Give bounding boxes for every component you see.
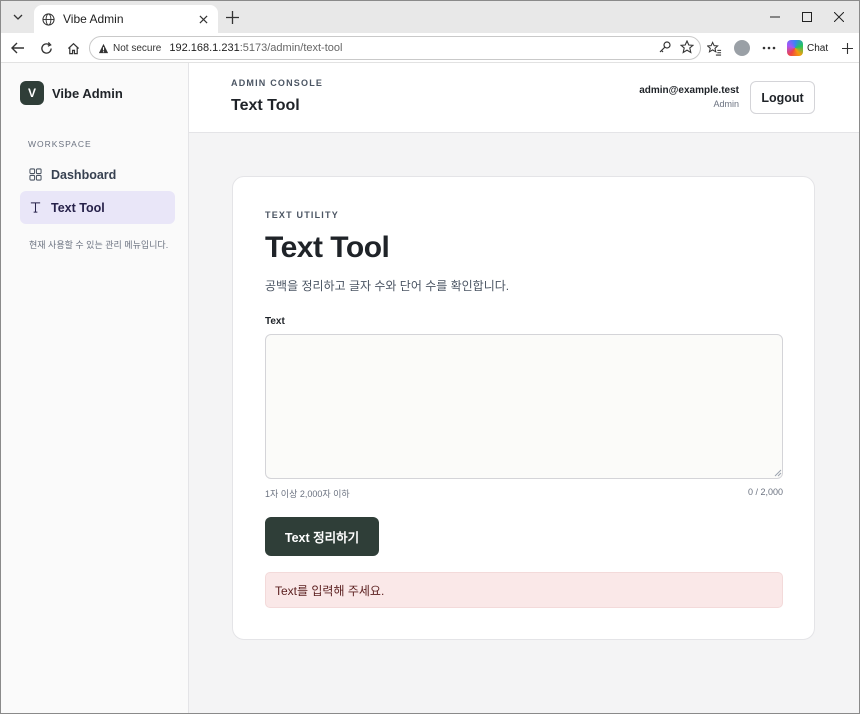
page-header: ADMIN CONSOLE Text Tool admin@example.te… xyxy=(189,63,859,133)
tab-list-button[interactable] xyxy=(7,7,29,27)
reload-button[interactable] xyxy=(36,38,56,58)
tab-close-button[interactable] xyxy=(196,12,210,26)
more-horizontal-icon xyxy=(762,46,776,50)
plus-icon xyxy=(841,42,853,54)
close-window-button[interactable] xyxy=(829,7,849,27)
sidebar-item-label: Dashboard xyxy=(51,167,117,182)
tab-strip: Vibe Admin xyxy=(1,1,859,33)
reload-icon xyxy=(40,41,52,54)
profile-button[interactable] xyxy=(732,38,752,58)
close-icon xyxy=(198,14,208,24)
sidebar-note: 현재 사용할 수 있는 관리 메뉴입니다. xyxy=(29,240,169,250)
error-message: Text를 입력해 주세요. xyxy=(275,583,385,598)
page-title: Text Tool xyxy=(231,97,300,114)
browser-tab[interactable]: Vibe Admin xyxy=(34,5,218,33)
close-icon xyxy=(834,12,844,22)
sidebar-toggle-button[interactable] xyxy=(837,38,857,58)
length-hint: 1자 이상 2,000자 이하 xyxy=(265,489,350,499)
sidebar: V Vibe Admin WORKSPACE Dashboard Text To… xyxy=(1,63,189,713)
card-title: Text Tool xyxy=(265,231,390,264)
back-button[interactable] xyxy=(8,38,28,58)
brand[interactable]: V Vibe Admin xyxy=(20,81,123,105)
chat-label: Chat xyxy=(807,42,829,54)
minimize-button[interactable] xyxy=(765,7,785,27)
warning-icon xyxy=(98,43,109,53)
more-menu-button[interactable] xyxy=(759,38,779,58)
tab-title: Vibe Admin xyxy=(63,12,124,26)
home-button[interactable] xyxy=(63,38,83,58)
url-path: :5173/admin/text-tool xyxy=(239,42,343,54)
minimize-icon xyxy=(770,16,780,18)
address-bar[interactable]: Not secure 192.168.1.231:5173/admin/text… xyxy=(89,36,701,60)
maximize-icon xyxy=(802,12,812,22)
card-description: 공백을 정리하고 글자 수와 단어 수를 확인합니다. xyxy=(265,279,510,293)
globe-icon xyxy=(42,12,55,26)
user-info: admin@example.test Admin xyxy=(639,85,739,109)
favorites-icon xyxy=(706,40,721,56)
plus-icon xyxy=(225,10,239,24)
text-field-label: Text xyxy=(265,316,285,327)
browser-window: Vibe Admin Not secure 192.168.1.231:517… xyxy=(0,0,860,714)
new-tab-button[interactable] xyxy=(223,8,241,26)
character-counter: 0 / 2,000 xyxy=(747,487,783,497)
star-icon[interactable] xyxy=(680,40,694,54)
error-alert: Text를 입력해 주세요. xyxy=(265,572,783,608)
browser-toolbar: Not secure 192.168.1.231:5173/admin/text… xyxy=(1,33,859,63)
maximize-button[interactable] xyxy=(797,7,817,27)
arrow-left-icon xyxy=(11,42,24,54)
text-tool-card: TEXT UTILITY Text Tool 공백을 정리하고 글자 수와 단어… xyxy=(232,176,815,640)
security-label[interactable]: Not secure xyxy=(113,43,161,54)
copilot-icon xyxy=(787,40,803,56)
resize-handle-icon[interactable] xyxy=(774,469,782,477)
sidebar-item-text-tool[interactable]: Text Tool xyxy=(20,191,175,224)
profile-avatar-icon xyxy=(734,40,750,56)
card-eyebrow: TEXT UTILITY xyxy=(265,210,339,220)
app-root: V Vibe Admin WORKSPACE Dashboard Text To… xyxy=(1,63,859,713)
favorites-button[interactable] xyxy=(704,38,724,58)
user-role: Admin xyxy=(713,99,739,109)
copilot-chat-button[interactable]: Chat xyxy=(787,37,828,59)
key-icon[interactable] xyxy=(658,40,672,54)
brand-logo: V xyxy=(20,81,44,105)
sidebar-item-label: Text Tool xyxy=(51,200,105,215)
url-host: 192.168.1.231 xyxy=(169,42,240,54)
sidebar-section-label: WORKSPACE xyxy=(28,139,92,149)
home-icon xyxy=(67,42,79,54)
header-eyebrow: ADMIN CONSOLE xyxy=(231,78,324,88)
brand-name: Vibe Admin xyxy=(52,85,123,101)
user-email: admin@example.test xyxy=(639,85,739,96)
chevron-down-icon xyxy=(13,14,23,20)
logout-button[interactable]: Logout xyxy=(750,81,815,114)
sidebar-item-dashboard[interactable]: Dashboard xyxy=(20,158,175,191)
text-input[interactable] xyxy=(265,334,783,479)
clean-text-button[interactable]: Text 정리하기 xyxy=(265,517,379,556)
grid-icon xyxy=(29,168,42,181)
text-icon xyxy=(30,202,41,213)
